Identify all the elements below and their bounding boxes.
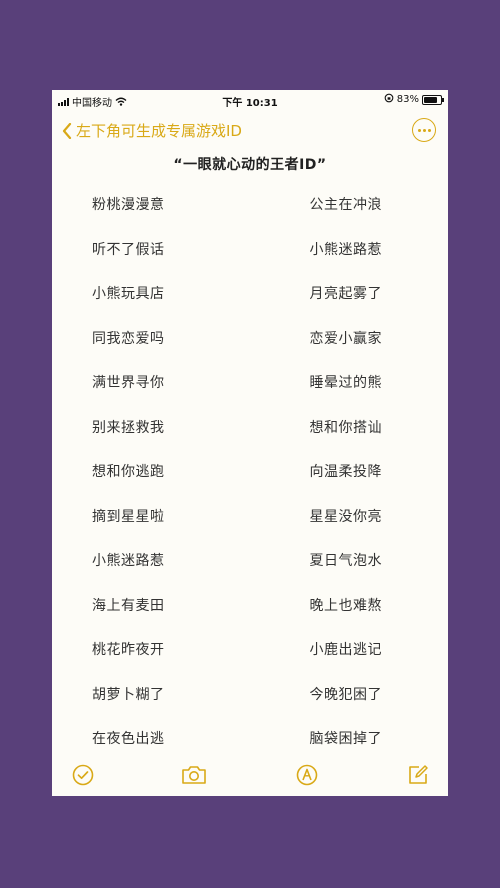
name-left: 摘到星星啦	[92, 508, 165, 525]
name-row: 小熊玩具店 月亮起雾了	[52, 283, 448, 328]
compose-button[interactable]	[405, 762, 431, 788]
name-left: 桃花昨夜开	[92, 642, 165, 658]
name-row: 想和你逃跑 向温柔投降	[52, 461, 448, 506]
name-right: 小鹿出逃记	[309, 642, 382, 658]
pen-tip-circle-icon	[296, 764, 318, 786]
name-row: 海上有麦田 晚上也难熬	[52, 595, 448, 640]
markup-button[interactable]	[294, 762, 320, 788]
name-left: 想和你逃跑	[92, 464, 165, 480]
name-row: 摘到星星啦 星星没你亮	[52, 506, 448, 551]
name-right: 今晚犯困了	[309, 686, 382, 703]
names-grid: 粉桃漫漫意 公主在冲浪 听不了假话 小熊迷路惹 小熊玩具店 月亮起雾了 同我恋爱…	[52, 194, 448, 773]
name-right: 月亮起雾了	[309, 286, 382, 302]
name-left: 听不了假话	[92, 241, 165, 258]
ellipsis-dot	[422, 128, 426, 132]
name-right: 夏日气泡水	[309, 553, 382, 569]
name-row: 别来拯救我 想和你搭讪	[52, 417, 448, 462]
name-right: 脑袋困掉了	[309, 731, 382, 747]
name-left: 在夜色出逃	[92, 731, 165, 747]
phone-screen: 中国移动 下午 10:31 83% 左下角可生成专属游戏ID “一眼就心动的王者…	[52, 90, 448, 796]
status-bar: 中国移动 下午 10:31 83%	[52, 90, 448, 110]
name-row: 听不了假话 小熊迷路惹	[52, 239, 448, 284]
name-left: 粉桃漫漫意	[92, 197, 165, 213]
name-row: 桃花昨夜开 小鹿出逃记	[52, 639, 448, 684]
nav-bar: 左下角可生成专属游戏ID	[52, 118, 448, 148]
name-row: 小熊迷路惹 夏日气泡水	[52, 550, 448, 595]
name-row: 粉桃漫漫意 公主在冲浪	[52, 194, 448, 239]
note-title: “一眼就心动的王者ID”	[173, 157, 327, 173]
battery-percent: 83%	[396, 94, 419, 105]
name-right: 向温柔投降	[309, 464, 382, 480]
name-row: 满世界寻你 睡晕过的熊	[52, 372, 448, 417]
name-left: 同我恋爱吗	[92, 330, 165, 347]
chevron-left-icon	[62, 122, 76, 139]
name-right: 晚上也难熬	[309, 597, 382, 614]
name-right: 公主在冲浪	[309, 197, 382, 213]
name-left: 胡萝卜糊了	[92, 686, 165, 703]
ellipsis-dot	[427, 128, 431, 132]
status-right: 83%	[384, 93, 444, 106]
name-right: 小熊迷路惹	[309, 241, 382, 258]
battery-icon	[422, 94, 444, 105]
ellipsis-dot	[417, 128, 421, 132]
back-label: 左下角可生成专属游戏ID	[76, 122, 242, 140]
name-right: 恋爱小赢家	[309, 330, 382, 347]
name-left: 别来拯救我	[92, 419, 165, 436]
camera-button[interactable]	[181, 762, 207, 788]
checkmark-circle-icon	[72, 764, 94, 786]
checklist-button[interactable]	[70, 762, 96, 788]
name-right: 想和你搭讪	[309, 419, 382, 436]
name-right: 睡晕过的熊	[309, 375, 382, 391]
name-row: 同我恋爱吗 恋爱小赢家	[52, 328, 448, 373]
compose-icon	[407, 764, 429, 786]
camera-icon	[181, 765, 207, 785]
bottom-toolbar	[52, 756, 448, 796]
name-right: 星星没你亮	[309, 508, 382, 525]
more-button[interactable]	[412, 118, 436, 142]
name-left: 满世界寻你	[92, 375, 165, 391]
name-left: 海上有麦田	[92, 597, 165, 614]
back-button[interactable]: 左下角可生成专属游戏ID	[62, 120, 242, 141]
name-row: 胡萝卜糊了 今晚犯困了	[52, 684, 448, 729]
orientation-lock-icon	[384, 93, 394, 106]
name-left: 小熊玩具店	[92, 286, 165, 302]
name-left: 小熊迷路惹	[92, 553, 165, 569]
